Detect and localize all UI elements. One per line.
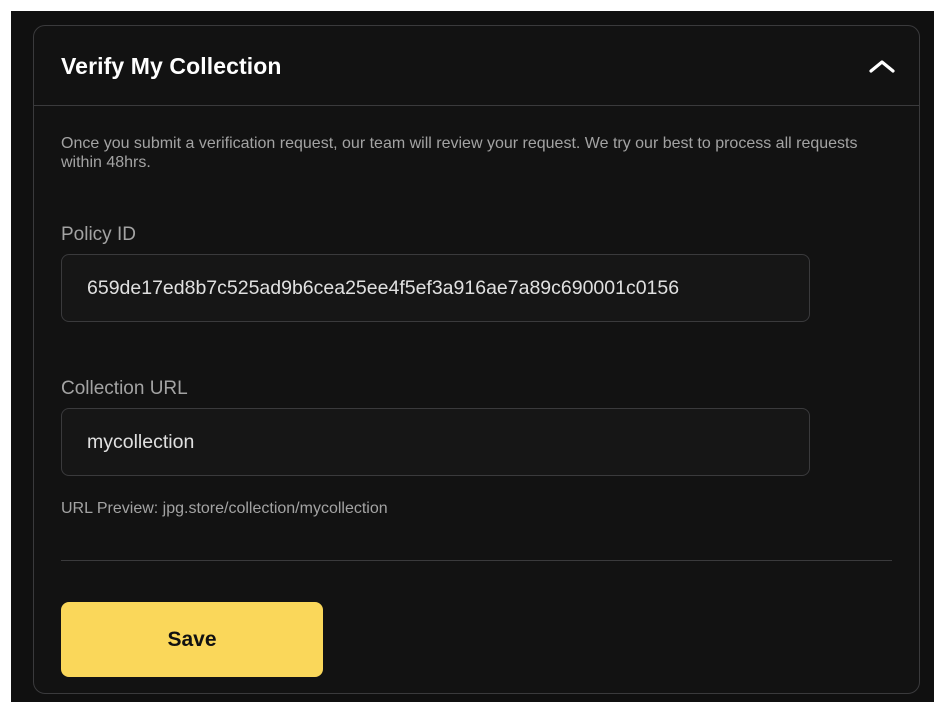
url-preview: URL Preview: jpg.store/collection/mycoll… xyxy=(61,500,388,517)
policy-id-input[interactable]: 659de17ed8b7c525ad9b6cea25ee4f5ef3a916ae… xyxy=(61,254,810,322)
page-background: Verify My Collection Once you submit a v… xyxy=(11,11,934,702)
verification-description: Once you submit a verification request, … xyxy=(61,135,858,171)
collection-url-label: Collection URL xyxy=(61,378,188,399)
policy-id-label: Policy ID xyxy=(61,224,136,245)
collection-url-input[interactable]: mycollection xyxy=(61,408,810,476)
divider xyxy=(61,560,892,561)
card-title: Verify My Collection xyxy=(61,53,282,79)
verify-collection-card: Verify My Collection Once you submit a v… xyxy=(33,25,920,694)
card-header[interactable]: Verify My Collection xyxy=(34,26,919,106)
chevron-up-icon xyxy=(869,60,895,73)
save-button[interactable]: Save xyxy=(61,602,323,677)
collapse-button[interactable] xyxy=(867,54,897,78)
